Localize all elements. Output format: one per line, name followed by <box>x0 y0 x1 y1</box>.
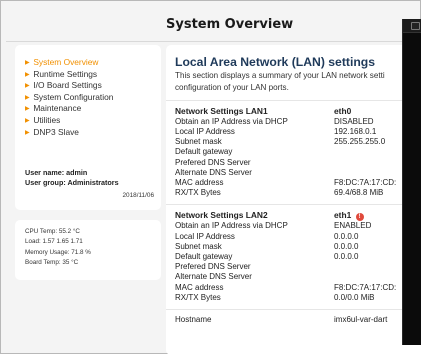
load-average: Load: 1.57 1.65 1.71 <box>25 238 83 246</box>
sidebar-item-label: I/O Board Settings <box>33 80 102 91</box>
lan-settings-panel: Local Area Network (LAN) settings This s… <box>166 45 421 354</box>
board-temp: Board Temp: 35 °C <box>25 259 79 267</box>
sidebar-nav: ▶ System Overview ▶ Runtime Settings ▶ I… <box>15 45 161 171</box>
table-row: Default gateway <box>175 147 421 157</box>
sidebar-item-label: System Overview <box>33 57 99 67</box>
row-key: Default gateway <box>175 147 233 157</box>
row-key: Obtain an IP Address via DHCP <box>175 221 288 231</box>
section-title: Local Area Network (LAN) settings <box>175 55 375 69</box>
row-key: Prefered DNS Server <box>175 157 251 167</box>
row-key: Local IP Address <box>175 231 235 241</box>
user-name: User name: admin <box>25 168 88 177</box>
table-row: Obtain an IP Address via DHCP ENABLED <box>175 221 421 231</box>
sidebar-item-utilities[interactable]: ▶ Utilities <box>25 115 161 127</box>
section-divider <box>166 309 421 311</box>
page-title: System Overview <box>166 17 294 32</box>
triangle-right-icon: ▶ <box>25 94 30 101</box>
maximize-icon[interactable] <box>411 22 420 30</box>
sidebar-item-label: Utilities <box>33 114 61 125</box>
row-key: MAC address <box>175 178 224 188</box>
table-row: Local IP Address 192.168.0.1 <box>175 127 421 137</box>
lan2-header-row: Network Settings LAN2 eth1 ! <box>175 210 421 222</box>
table-row: RX/TX Bytes 0.0/0.0 MiB <box>175 293 421 303</box>
lan2-interface: eth1 <box>334 210 352 221</box>
section-description-cont: configuration of your LAN ports. <box>175 83 289 93</box>
row-key: Subnet mask <box>175 137 222 147</box>
sidebar-item-label: System Configuration <box>33 91 114 102</box>
row-key: RX/TX Bytes <box>175 188 221 198</box>
table-row: Subnet mask 0.0.0.0 <box>175 242 421 252</box>
row-key: Alternate DNS Server <box>175 272 252 282</box>
triangle-right-icon: ▶ <box>25 71 30 78</box>
user-info-card: User name: admin User group: Administrat… <box>15 158 161 210</box>
overlay-window[interactable] <box>402 19 421 345</box>
header-divider <box>6 41 415 42</box>
browser-frame: System Overview ▶ System Overview ▶ Runt… <box>0 0 421 354</box>
sidebar-item-dnp3-slave[interactable]: ▶ DNP3 Slave <box>25 127 161 139</box>
table-row: Local IP Address 0.0.0.0 <box>175 232 421 242</box>
row-key: Prefered DNS Server <box>175 262 251 272</box>
table-row: Prefered DNS Server <box>175 158 421 168</box>
triangle-right-icon: ▶ <box>25 60 30 66</box>
sidebar-item-runtime-settings[interactable]: ▶ Runtime Settings <box>25 69 161 81</box>
user-group: User group: Administrators <box>25 178 119 187</box>
hostname-table: Hostname imx6ul-var-dart <box>175 315 421 325</box>
memory-usage: Memory Usage: 71.8 % <box>25 248 91 256</box>
table-row: MAC address F8:DC:7A:17:CD: <box>175 283 421 293</box>
table-row: Prefered DNS Server <box>175 262 421 272</box>
row-key: MAC address <box>175 282 224 292</box>
triangle-right-icon: ▶ <box>25 106 30 113</box>
table-row: Alternate DNS Server <box>175 272 421 282</box>
current-date: 2018/11/06 <box>122 192 154 199</box>
lan2-heading: Network Settings LAN2 <box>175 210 268 221</box>
cpu-temp: CPU Temp: 55.2 °C <box>25 228 80 235</box>
sidebar-item-label: Runtime Settings <box>33 68 98 79</box>
table-row: Alternate DNS Server <box>175 168 421 178</box>
table-row: Subnet mask 255.255.255.0 <box>175 137 421 147</box>
section-description: This section displays a summary of your … <box>175 71 385 80</box>
system-stats-card: CPU Temp: 55.2 °C Load: 1.57 1.65 1.71 M… <box>15 220 161 280</box>
section-divider <box>166 204 421 206</box>
hostname-label: Hostname <box>175 315 212 325</box>
lan1-header-row: Network Settings LAN1 eth0 <box>175 106 421 117</box>
overlay-titlebar[interactable] <box>403 19 421 33</box>
sidebar-item-label: Maintenance <box>33 103 82 114</box>
lan1-table: Network Settings LAN1 eth0 Obtain an IP … <box>175 106 421 199</box>
sidebar-item-maintenance[interactable]: ▶ Maintenance <box>25 103 161 115</box>
lan1-heading: Network Settings LAN1 <box>175 105 268 116</box>
table-row: Default gateway 0.0.0.0 <box>175 252 421 262</box>
row-key: Local IP Address <box>175 127 235 137</box>
table-row: RX/TX Bytes 69.4/68.8 MiB <box>175 188 421 198</box>
table-row: Hostname imx6ul-var-dart <box>175 315 421 325</box>
table-row: MAC address F8:DC:7A:17:CD: <box>175 178 421 188</box>
row-key: Obtain an IP Address via DHCP <box>175 116 288 126</box>
sidebar-item-system-overview[interactable]: ▶ System Overview <box>25 57 161 69</box>
triangle-right-icon: ▶ <box>25 117 30 124</box>
row-key: Subnet mask <box>175 241 222 251</box>
triangle-right-icon: ▶ <box>25 129 30 136</box>
row-key: Default gateway <box>175 252 233 262</box>
error-icon: ! <box>355 213 364 222</box>
lan2-table: Network Settings LAN2 eth1 ! Obtain an I… <box>175 210 421 303</box>
section-divider <box>166 99 421 101</box>
triangle-right-icon: ▶ <box>25 83 30 90</box>
sidebar-item-system-configuration[interactable]: ▶ System Configuration <box>25 92 161 104</box>
sidebar-item-label: DNP3 Slave <box>33 126 79 137</box>
table-row: Obtain an IP Address via DHCP DISABLED <box>175 117 421 127</box>
row-key: RX/TX Bytes <box>175 292 221 302</box>
sidebar-item-io-board-settings[interactable]: ▶ I/O Board Settings <box>25 80 161 92</box>
row-key: Alternate DNS Server <box>175 167 252 177</box>
